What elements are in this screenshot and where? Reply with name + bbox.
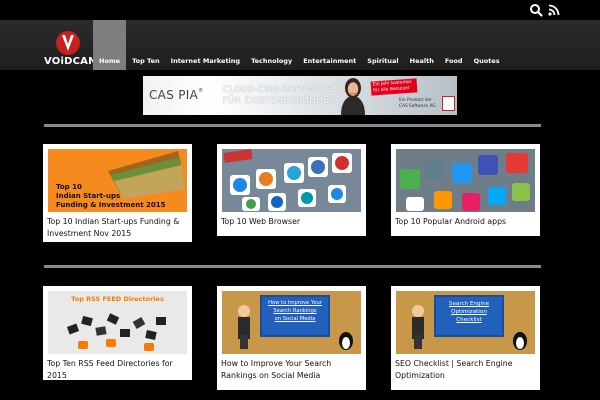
post-thumbnail: How to Improve Your Search Rankings on S… (222, 291, 361, 354)
post-title[interactable]: Top 10 Indian Start-ups Funding & Invest… (47, 216, 189, 240)
cas-logo-icon (442, 96, 455, 111)
rss-icon[interactable] (547, 3, 561, 17)
post-title[interactable]: SEO Checklist | Search Engine Optimizati… (395, 358, 537, 382)
post-thumbnail: Top 10 Indian Start-ups Funding & Invest… (48, 149, 187, 212)
banner-woman-image (341, 78, 365, 115)
nav-item-home[interactable]: Home (93, 20, 127, 70)
nav-item-top-ten[interactable]: Top Ten (127, 20, 165, 70)
nav-item-internet-marketing[interactable]: Internet Marketing (166, 20, 245, 70)
post-title[interactable]: Top 10 Web Browser (221, 216, 363, 228)
top-utility-bar (0, 0, 600, 20)
logo-text: VOiDCAN (44, 56, 97, 67)
nav-item-technology[interactable]: Technology (246, 20, 297, 70)
post-thumbnail: Search Engine Optimization Checklist (396, 291, 535, 354)
post-card-seo-checklist[interactable]: Search Engine Optimization Checklist SEO… (391, 286, 540, 390)
post-thumbnail (396, 149, 535, 212)
post-title[interactable]: How to Improve Your Search Rankings on S… (221, 358, 363, 382)
main-navbar: VOiDCAN Home Top Ten Internet Marketing … (0, 20, 600, 70)
nav-item-health[interactable]: Health (405, 20, 439, 70)
site-logo[interactable]: VOiDCAN (44, 31, 97, 69)
main-nav: Home Top Ten Internet Marketing Technolo… (93, 20, 505, 70)
nav-item-quotes[interactable]: Quotes (469, 20, 505, 70)
post-title[interactable]: Top 10 Popular Android apps (395, 216, 537, 228)
post-card-rss-directories[interactable]: Top RSS FEED Directories Top Ten RSS Fee… (43, 286, 192, 380)
nav-item-food[interactable]: Food (440, 20, 468, 70)
post-title[interactable]: Top Ten RSS Feed Directories for 2015 (47, 358, 189, 382)
banner-promo-badge: Ein Jahr kostenlos für alle Benutzer (370, 78, 418, 96)
search-icon[interactable] (529, 3, 543, 17)
post-card-web-browser[interactable]: Top 10 Web Browser (217, 144, 366, 236)
post-thumbnail (222, 149, 361, 212)
post-card-search-rankings[interactable]: How to Improve Your Search Rankings on S… (217, 286, 366, 390)
nav-item-entertainment[interactable]: Entertainment (298, 20, 361, 70)
logo-v-mark (56, 31, 80, 55)
banner-brand: CAS PIA® (149, 88, 204, 102)
post-thumbnail: Top RSS FEED Directories (48, 291, 187, 354)
post-card-indian-startups[interactable]: Top 10 Indian Start-ups Funding & Invest… (43, 144, 192, 242)
section-divider-1 (44, 124, 541, 127)
post-card-android-apps[interactable]: Top 10 Popular Android apps (391, 144, 540, 236)
section-divider-2 (44, 265, 541, 268)
banner-ad[interactable]: CAS PIA® CLOUD-CRM-SOFTWARE FÜR EXISTENZ… (143, 76, 457, 115)
nav-item-spiritual[interactable]: Spiritual (362, 20, 403, 70)
